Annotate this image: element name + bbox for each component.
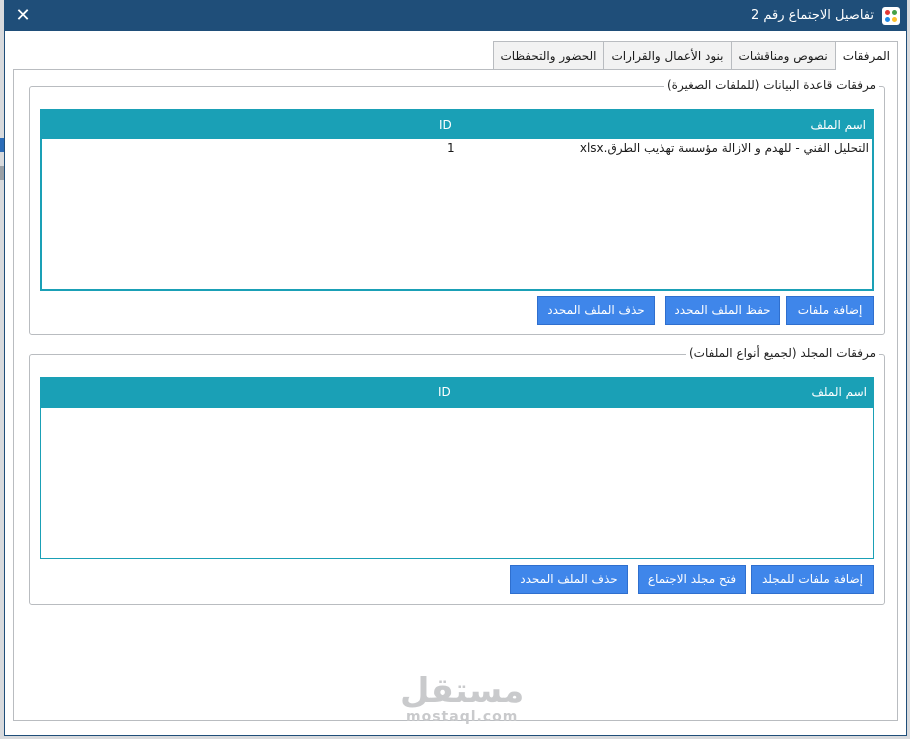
- close-icon[interactable]: ✕: [11, 4, 35, 28]
- dialog-client-area: المرفقات نصوص ومناقشات بنود الأعمال والق…: [13, 41, 898, 723]
- app-dots-icon: [882, 7, 900, 25]
- delete-selected-file-button[interactable]: حذف الملف المحدد: [537, 296, 655, 325]
- meeting-details-dialog: تفاصيل الاجتماع رقم 2 ✕ المرفقات نصوص وم…: [4, 0, 907, 736]
- database-attachments-group: مرفقات قاعدة البيانات (للملفات الصغيرة) …: [29, 78, 885, 335]
- folder-attachments-group: مرفقات المجلد (لجميع أنواع الملفات) اسم …: [29, 346, 885, 605]
- grid-header: اسم الملف ID: [41, 378, 873, 408]
- delete-selected-file-button[interactable]: حذف الملف المحدد: [510, 565, 628, 594]
- save-selected-file-button[interactable]: حفظ الملف المحدد: [665, 296, 780, 325]
- tab-agenda-decisions[interactable]: بنود الأعمال والقرارات: [603, 41, 732, 69]
- tab-attendance-reservations[interactable]: الحضور والتحفظات: [492, 41, 605, 69]
- database-files-grid[interactable]: اسم الملف ID التحليل الفني - للهدم و الا…: [40, 109, 874, 291]
- add-files-to-folder-button[interactable]: إضافة ملفات للمجلد: [751, 565, 874, 594]
- title-bar[interactable]: تفاصيل الاجتماع رقم 2 ✕: [5, 1, 906, 31]
- window-title: تفاصيل الاجتماع رقم 2: [750, 8, 874, 23]
- attachments-panel: مرفقات قاعدة البيانات (للملفات الصغيرة) …: [13, 69, 898, 721]
- column-header-id[interactable]: ID: [439, 118, 452, 132]
- tab-attachments[interactable]: المرفقات: [834, 41, 898, 70]
- folder-files-grid[interactable]: اسم الملف ID: [40, 377, 874, 559]
- database-attachments-legend: مرفقات قاعدة البيانات (للملفات الصغيرة): [663, 78, 879, 92]
- open-meeting-folder-button[interactable]: فتح مجلد الاجتماع: [638, 565, 746, 594]
- folder-attachments-legend: مرفقات المجلد (لجميع أنواع الملفات): [685, 346, 879, 360]
- grid-header: اسم الملف ID: [42, 111, 872, 139]
- column-header-file-name[interactable]: اسم الملف: [810, 118, 866, 132]
- tab-strip: المرفقات نصوص ومناقشات بنود الأعمال والق…: [492, 41, 898, 70]
- column-header-file-name[interactable]: اسم الملف: [811, 385, 867, 399]
- cell-id: 1: [447, 141, 455, 155]
- tab-texts-discussions[interactable]: نصوص ومناقشات: [730, 41, 836, 69]
- column-header-id[interactable]: ID: [438, 385, 451, 399]
- cell-file-name: التحليل الفني - للهدم و الازالة مؤسسة ته…: [579, 141, 869, 155]
- add-files-button[interactable]: إضافة ملفات: [786, 296, 874, 325]
- table-row[interactable]: التحليل الفني - للهدم و الازالة مؤسسة ته…: [42, 139, 872, 157]
